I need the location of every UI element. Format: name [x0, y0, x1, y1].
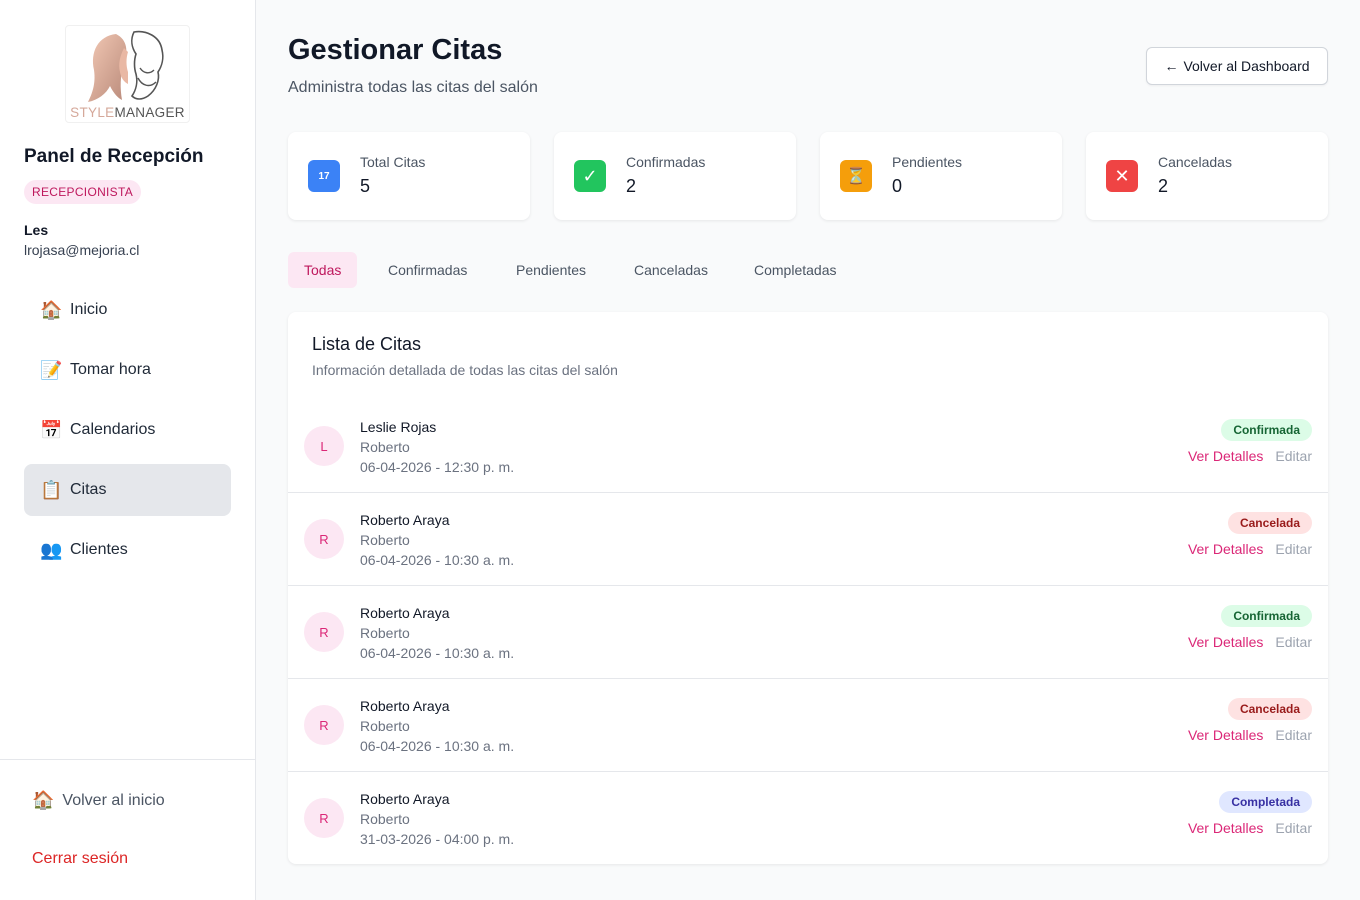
- table-row: R Roberto Araya Roberto 06-04-2026 - 10:…: [288, 493, 1328, 586]
- house-icon: 🏠: [32, 790, 55, 810]
- back-home-link[interactable]: 🏠 Volver al inicio: [32, 790, 165, 811]
- stat-card-cancelled: ✕ Canceladas 2: [1086, 132, 1328, 220]
- client-name: Roberto Araya: [360, 698, 450, 714]
- logo-text: STYLEMANAGER: [70, 105, 185, 120]
- status-badge: Confirmada: [1221, 419, 1312, 441]
- avatar: R: [304, 519, 344, 559]
- sidebar-item-label: Inicio: [70, 301, 108, 318]
- stylist-name: Roberto: [360, 811, 410, 827]
- stylist-name: Roberto: [360, 718, 410, 734]
- edit-link[interactable]: Editar: [1275, 541, 1312, 557]
- appointment-datetime: 31-03-2026 - 04:00 p. m.: [360, 831, 515, 847]
- house-icon: 🏠: [40, 299, 63, 320]
- table-row: R Roberto Araya Roberto 06-04-2026 - 10:…: [288, 586, 1328, 679]
- sidebar-item-label: Clientes: [70, 541, 128, 558]
- role-badge: RECEPCIONISTA: [24, 180, 142, 204]
- view-details-link[interactable]: Ver Detalles: [1188, 727, 1263, 743]
- stylist-name: Roberto: [360, 532, 410, 548]
- tab-pendientes[interactable]: Pendientes: [500, 252, 602, 288]
- stat-value: 2: [626, 176, 637, 196]
- view-details-link[interactable]: Ver Detalles: [1188, 541, 1263, 557]
- logo-faces-icon: [88, 30, 164, 102]
- stylist-name: Roberto: [360, 625, 410, 641]
- tab-canceladas[interactable]: Canceladas: [618, 252, 724, 288]
- calendar-icon: 📅: [40, 419, 63, 440]
- sidebar-divider: [0, 759, 255, 760]
- hourglass-icon: ⏳: [840, 160, 872, 192]
- table-row: R Roberto Araya Roberto 31-03-2026 - 04:…: [288, 772, 1328, 864]
- logout-button[interactable]: Cerrar sesión: [32, 850, 128, 868]
- view-details-link[interactable]: Ver Detalles: [1188, 820, 1263, 836]
- appointment-datetime: 06-04-2026 - 10:30 a. m.: [360, 738, 515, 754]
- stat-card-pending: ⏳ Pendientes 0: [820, 132, 1062, 220]
- tab-completadas[interactable]: Completadas: [738, 252, 853, 288]
- memo-icon: 📝: [40, 359, 63, 380]
- sidebar-item-label: Tomar hora: [70, 361, 151, 378]
- clipboard-icon: 📋: [40, 479, 63, 500]
- avatar: R: [304, 798, 344, 838]
- status-badge: Cancelada: [1227, 698, 1312, 720]
- calendar-icon: 17: [308, 160, 340, 192]
- check-icon: ✓: [574, 160, 606, 192]
- client-name: Roberto Araya: [360, 512, 450, 528]
- style-manager-logo[interactable]: STYLEMANAGER: [65, 25, 190, 123]
- table-row: R Roberto Araya Roberto 06-04-2026 - 10:…: [288, 679, 1328, 772]
- sidebar-item-inicio[interactable]: 🏠 Inicio: [24, 284, 231, 336]
- status-badge: Completada: [1219, 791, 1312, 813]
- edit-link[interactable]: Editar: [1275, 634, 1312, 650]
- client-name: Roberto Araya: [360, 791, 450, 807]
- panel-title: Panel de Recepción: [24, 146, 204, 167]
- stat-label: Total Citas: [360, 154, 426, 170]
- edit-link[interactable]: Editar: [1275, 820, 1312, 836]
- stat-value: 2: [1158, 176, 1169, 196]
- stat-label: Canceladas: [1158, 154, 1232, 170]
- sidebar-item-clientes[interactable]: 👥 Clientes: [24, 524, 231, 576]
- page-title: Gestionar Citas: [288, 34, 503, 66]
- page-subtitle: Administra todas las citas del salón: [288, 79, 538, 96]
- cross-icon: ✕: [1106, 160, 1138, 192]
- view-details-link[interactable]: Ver Detalles: [1188, 634, 1263, 650]
- tab-confirmadas[interactable]: Confirmadas: [372, 252, 483, 288]
- stat-value: 5: [360, 176, 371, 196]
- sidebar-item-label: Citas: [70, 481, 107, 498]
- sidebar-item-calendarios[interactable]: 📅 Calendarios: [24, 404, 231, 456]
- avatar: R: [304, 705, 344, 745]
- list-title: Lista de Citas: [312, 334, 422, 354]
- arrow-left-icon: ←: [1164, 58, 1179, 74]
- client-name: Roberto Araya: [360, 605, 450, 621]
- client-name: Leslie Rojas: [360, 419, 437, 435]
- back-to-dashboard-label: Volver al Dashboard: [1183, 58, 1310, 74]
- back-home-label: Volver al inicio: [62, 791, 165, 809]
- stat-label: Pendientes: [892, 154, 963, 170]
- appointments-list: Lista de Citas Información detallada de …: [288, 312, 1328, 864]
- sidebar-item-tomar-hora[interactable]: 📝 Tomar hora: [24, 344, 231, 396]
- stat-card-confirmed: ✓ Confirmadas 2: [554, 132, 796, 220]
- user-name: Les: [24, 222, 49, 238]
- appointment-datetime: 06-04-2026 - 12:30 p. m.: [360, 459, 515, 475]
- sidebar: STYLEMANAGER Panel de Recepción RECEPCIO…: [0, 0, 256, 900]
- people-icon: 👥: [40, 539, 63, 560]
- avatar: L: [304, 426, 344, 466]
- appointment-datetime: 06-04-2026 - 10:30 a. m.: [360, 552, 515, 568]
- stat-card-total: 17 Total Citas 5: [288, 132, 530, 220]
- appointment-datetime: 06-04-2026 - 10:30 a. m.: [360, 645, 515, 661]
- stat-value: 0: [892, 176, 903, 196]
- sidebar-item-citas[interactable]: 📋 Citas: [24, 464, 231, 516]
- status-badge: Cancelada: [1227, 512, 1312, 534]
- user-email: lrojasa@mejoria.cl: [24, 242, 140, 258]
- view-details-link[interactable]: Ver Detalles: [1188, 448, 1263, 464]
- stat-label: Confirmadas: [626, 154, 706, 170]
- sidebar-item-label: Calendarios: [70, 421, 156, 438]
- list-subtitle: Información detallada de todas las citas…: [312, 362, 618, 378]
- back-to-dashboard-button[interactable]: ← Volver al Dashboard: [1146, 47, 1328, 85]
- avatar: R: [304, 612, 344, 652]
- tab-todas[interactable]: Todas: [288, 252, 358, 288]
- stylist-name: Roberto: [360, 439, 410, 455]
- table-row: L Leslie Rojas Roberto 06-04-2026 - 12:3…: [288, 400, 1328, 493]
- status-badge: Confirmada: [1221, 605, 1312, 627]
- edit-link[interactable]: Editar: [1275, 448, 1312, 464]
- edit-link[interactable]: Editar: [1275, 727, 1312, 743]
